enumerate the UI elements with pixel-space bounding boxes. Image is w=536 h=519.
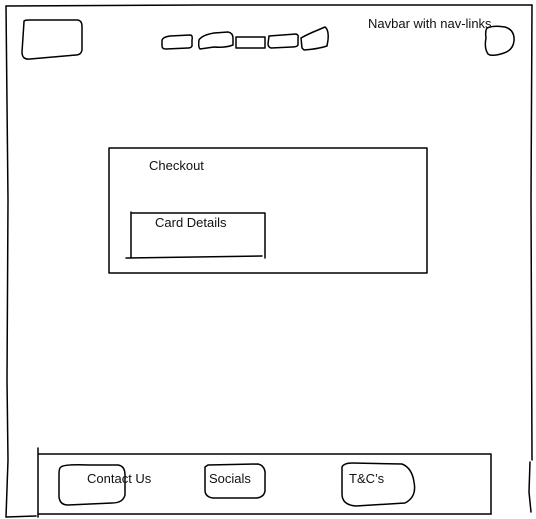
- profile-button[interactable]: [484, 25, 515, 57]
- socials-label: Socials: [209, 471, 251, 486]
- navbar-note: Navbar with nav-links: [368, 16, 492, 31]
- terms-label: T&C’s: [349, 471, 385, 486]
- nav-link-3[interactable]: [235, 36, 266, 49]
- nav-link-1[interactable]: [161, 34, 193, 50]
- page-frame: [5, 4, 533, 518]
- checkout-title: Checkout: [149, 158, 204, 173]
- logo-button[interactable]: [21, 19, 83, 60]
- card-details-field[interactable]: [131, 212, 265, 258]
- nav-link-2[interactable]: [198, 31, 234, 50]
- contact-us-label: Contact Us: [87, 471, 152, 486]
- nav-link-5[interactable]: [300, 26, 329, 51]
- wireframe-sketch: [5, 4, 533, 518]
- nav-link-4[interactable]: [267, 33, 299, 49]
